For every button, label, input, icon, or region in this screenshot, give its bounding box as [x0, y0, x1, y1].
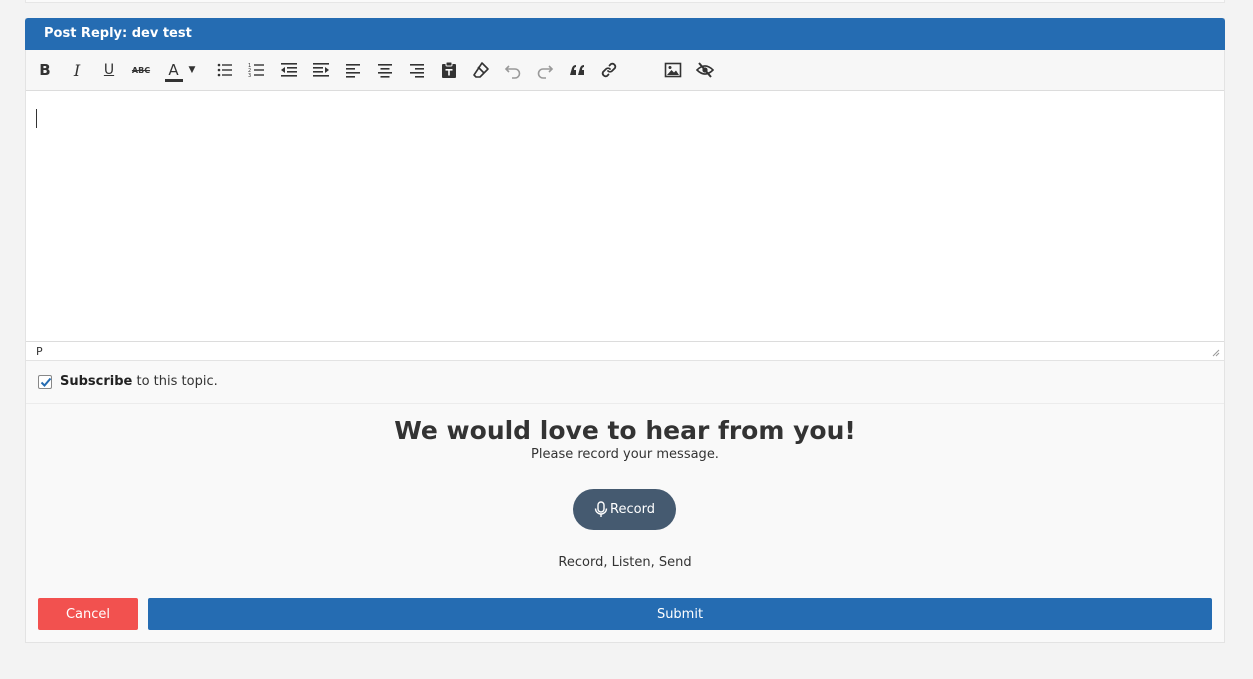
- undo-icon: [504, 65, 521, 79]
- bold-button[interactable]: B: [32, 58, 58, 82]
- text-caret: [36, 109, 37, 128]
- microphone-icon: [594, 501, 608, 517]
- submit-button[interactable]: Submit: [148, 598, 1212, 630]
- editor-toolbar: B I U ABC A ▼ 123: [26, 50, 1224, 91]
- underline-button[interactable]: U: [96, 58, 122, 82]
- editor-status-bar: P: [26, 342, 1224, 361]
- quote-icon: [570, 65, 584, 75]
- cancel-button[interactable]: Cancel: [38, 598, 138, 630]
- reply-panel: Post Reply: dev test B I U ABC A ▼ 123 P…: [25, 18, 1225, 643]
- strikethrough-button[interactable]: ABC: [128, 58, 154, 82]
- numbered-list-button[interactable]: 123: [244, 58, 270, 82]
- resize-handle-icon[interactable]: [1212, 349, 1220, 357]
- link-icon: [601, 62, 617, 78]
- blockquote-button[interactable]: [564, 58, 590, 82]
- subscribe-label[interactable]: Subscribe to this topic.: [60, 374, 218, 389]
- indent-button[interactable]: [308, 58, 334, 82]
- clear-formatting-button[interactable]: [468, 58, 494, 82]
- eraser-icon: [473, 62, 489, 78]
- align-left-icon: [346, 64, 360, 78]
- indent-icon: [313, 63, 329, 77]
- subscribe-label-bold: Subscribe: [60, 374, 133, 389]
- eye-slash-icon: [696, 62, 714, 78]
- previous-panel-edge: [25, 0, 1225, 3]
- voice-hint: Record, Listen, Send: [558, 555, 692, 570]
- element-path[interactable]: P: [36, 345, 43, 358]
- outdent-button[interactable]: [276, 58, 302, 82]
- subscribe-row: Subscribe to this topic.: [26, 361, 1224, 404]
- record-label: Record: [610, 502, 655, 517]
- voice-message-section: We would love to hear from you! Please r…: [26, 404, 1224, 594]
- align-right-icon: [410, 64, 424, 78]
- redo-button[interactable]: [532, 58, 558, 82]
- text-color-label: A: [168, 61, 179, 79]
- redo-icon: [537, 65, 554, 79]
- voice-subheading: Please record your message.: [531, 447, 719, 462]
- outdent-icon: [281, 63, 297, 77]
- chevron-down-icon[interactable]: ▼: [189, 65, 196, 75]
- text-color-swatch: [164, 79, 183, 82]
- undo-button[interactable]: [500, 58, 526, 82]
- italic-button[interactable]: I: [64, 58, 90, 82]
- clipboard-text-icon: [442, 61, 456, 78]
- align-left-button[interactable]: [340, 58, 366, 82]
- record-button[interactable]: Record: [573, 489, 676, 530]
- subscribe-label-rest: to this topic.: [132, 374, 218, 389]
- panel-title: Post Reply: dev test: [25, 18, 1225, 50]
- editor-content-area[interactable]: [26, 91, 1224, 342]
- spoiler-button[interactable]: [692, 58, 718, 82]
- svg-text:3: 3: [248, 73, 251, 79]
- numbered-list-icon: 123: [248, 63, 264, 79]
- align-center-icon: [378, 64, 392, 78]
- text-color-button[interactable]: A ▼: [160, 58, 200, 82]
- image-icon: [664, 62, 682, 78]
- checkmark-icon: [40, 377, 52, 387]
- subscribe-checkbox[interactable]: [38, 375, 52, 389]
- insert-link-button[interactable]: [596, 58, 622, 82]
- paste-text-button[interactable]: [436, 58, 462, 82]
- bullet-list-button[interactable]: [212, 58, 238, 82]
- align-center-button[interactable]: [372, 58, 398, 82]
- align-right-button[interactable]: [404, 58, 430, 82]
- insert-image-button[interactable]: [660, 58, 686, 82]
- voice-heading: We would love to hear from you!: [394, 416, 856, 445]
- bullet-list-icon: [217, 63, 232, 77]
